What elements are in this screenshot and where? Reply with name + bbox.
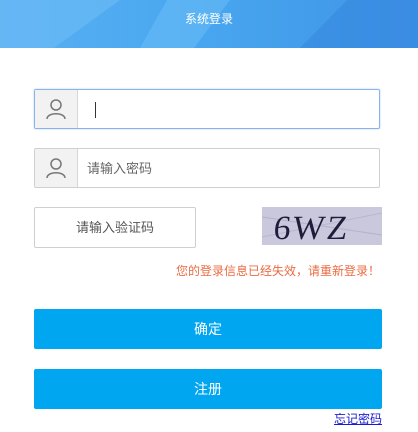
captcha-input[interactable] — [35, 208, 195, 247]
confirm-button[interactable]: 确定 — [34, 309, 382, 349]
captcha-graphic: 6WZ — [262, 210, 382, 245]
captcha-code: 6WZ — [272, 210, 352, 245]
password-field[interactable] — [34, 148, 380, 188]
user-icon — [46, 99, 66, 120]
user-icon — [46, 158, 66, 179]
page-title: 系统登录 — [184, 12, 233, 26]
password-input[interactable] — [87, 149, 367, 187]
user-icon-box — [35, 149, 78, 187]
session-expired-message: 您的登录信息已经失效，请重新登录！ — [175, 264, 380, 278]
text-caret — [95, 102, 96, 118]
captcha-image[interactable]: 6WZ — [262, 207, 382, 245]
username-field[interactable] — [34, 89, 380, 129]
forgot-password-link[interactable]: 忘记密码 — [334, 410, 382, 427]
register-button[interactable]: 注册 — [34, 369, 382, 409]
captcha-field[interactable] — [34, 207, 196, 248]
login-header: 系统登录 — [0, 0, 418, 48]
username-input[interactable] — [87, 90, 367, 128]
user-icon-box — [35, 90, 78, 128]
